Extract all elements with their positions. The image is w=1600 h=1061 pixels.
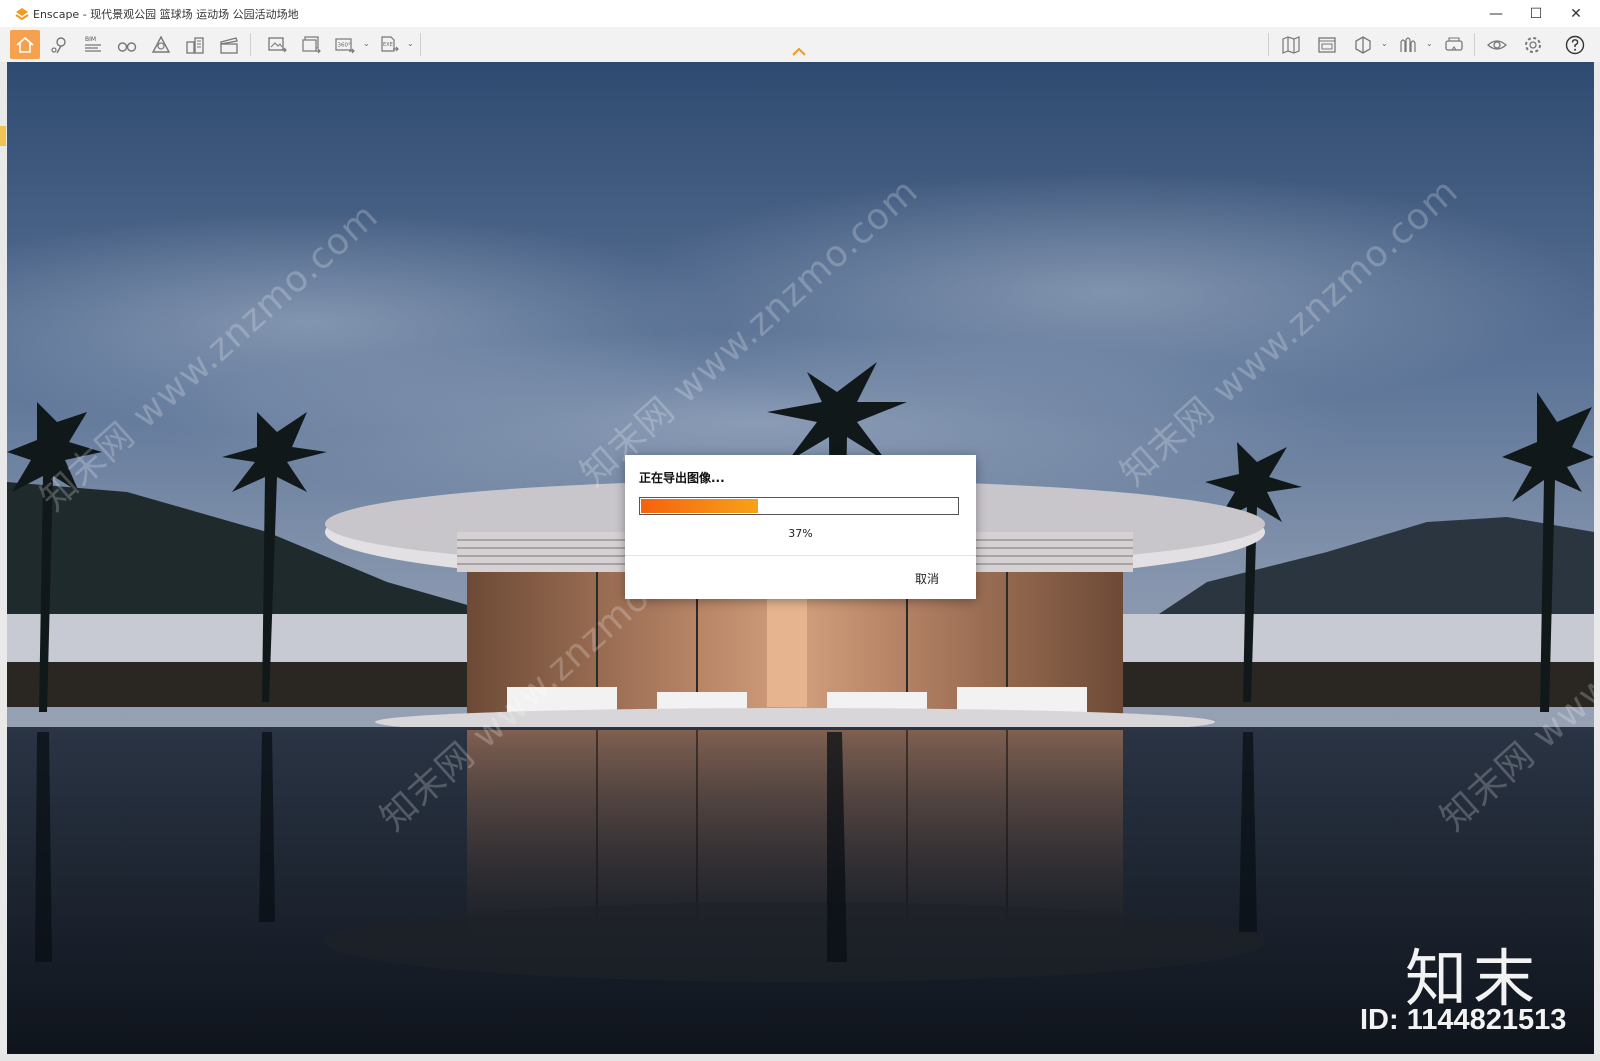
bim-button[interactable]: BIM — [78, 30, 108, 59]
left-panel-item[interactable] — [0, 126, 6, 146]
cancel-button[interactable]: 取消 — [915, 570, 939, 587]
toolbar-separator — [1268, 33, 1269, 56]
screenshot-button[interactable] — [262, 30, 292, 59]
binoculars-icon — [117, 41, 137, 52]
svg-text:360°: 360° — [338, 42, 351, 48]
left-panel-edge — [0, 62, 7, 1061]
close-button[interactable]: ✕ — [1556, 0, 1596, 27]
atmosphere-button[interactable] — [146, 30, 176, 59]
chevron-down-icon[interactable]: ⌄ — [1381, 39, 1388, 48]
svg-text:EXE: EXE — [383, 42, 393, 48]
vr-headset-icon — [1445, 36, 1463, 51]
dialog-divider — [625, 555, 976, 556]
export-progress-bar — [639, 497, 959, 515]
batch-render-icon — [302, 35, 321, 53]
window-view-icon — [1318, 36, 1336, 53]
chevron-down-icon[interactable]: ⌄ — [1426, 39, 1433, 48]
right-panel-edge — [1594, 62, 1600, 1061]
location-button[interactable] — [44, 30, 74, 59]
toolbar-separator — [1474, 33, 1475, 56]
eye-icon — [1487, 39, 1507, 50]
export-exe-icon: EXE — [381, 35, 399, 52]
maximize-button[interactable]: ☐ — [1516, 0, 1556, 27]
panorama-button[interactable]: 360° — [330, 30, 360, 59]
asset-library-icon — [1400, 36, 1416, 52]
vr-headset-button[interactable] — [1439, 30, 1469, 59]
svg-text:BIM: BIM — [85, 36, 96, 43]
panorama-360-icon: 360° — [335, 37, 355, 53]
home-button[interactable] — [10, 30, 40, 59]
chevron-down-icon[interactable]: ⌄ — [407, 39, 414, 48]
visual-settings-button[interactable] — [1482, 30, 1512, 59]
bottom-edge — [0, 1054, 1600, 1061]
chevron-down-icon[interactable]: ⌄ — [363, 39, 370, 48]
main-toolbar: BIM 360° ⌄ EXE ⌄ ⌄ ⌄ — [0, 27, 1600, 63]
progress-fill — [641, 499, 758, 513]
toolbar-separator — [250, 33, 251, 56]
help-icon — [1565, 35, 1585, 54]
progress-percent: 37% — [788, 527, 813, 540]
screenshot-icon — [268, 36, 287, 52]
window-title: Enscape - 现代景观公园 篮球场 运动场 公园活动场地 — [33, 8, 299, 21]
atmosphere-icon — [151, 35, 171, 53]
gear-icon — [1525, 36, 1541, 53]
collapse-toolbar-icon[interactable] — [791, 47, 807, 57]
map-button[interactable] — [1276, 30, 1306, 59]
map-icon — [1282, 35, 1300, 54]
cube-icon — [1355, 35, 1371, 54]
views-button[interactable] — [112, 30, 142, 59]
export-exe-button[interactable]: EXE — [374, 30, 404, 59]
enscape-logo-icon — [15, 8, 29, 21]
brand-id: ID: 1144821513 — [1360, 1004, 1567, 1036]
asset-library-button[interactable] — [1393, 30, 1423, 59]
batch-render-button[interactable] — [296, 30, 326, 59]
buildings-icon — [186, 36, 204, 54]
dialog-title: 正在导出图像... — [639, 471, 725, 485]
minimize-button[interactable]: — — [1476, 0, 1516, 27]
title-bar: Enscape - 现代景观公园 篮球场 运动场 公园活动场地 — ☐ ✕ — [0, 0, 1600, 28]
help-button[interactable] — [1560, 30, 1590, 59]
toolbar-separator — [420, 33, 421, 56]
clapper-icon — [220, 36, 238, 54]
location-pin-icon — [51, 36, 66, 53]
window-view-button[interactable] — [1312, 30, 1342, 59]
site-context-button[interactable] — [180, 30, 210, 59]
export-progress-dialog: 正在导出图像... 37% 取消 — [625, 455, 976, 599]
bim-icon: BIM — [85, 36, 101, 52]
settings-button[interactable] — [1518, 30, 1548, 59]
video-editor-button[interactable] — [214, 30, 244, 59]
home-icon — [16, 36, 34, 53]
objects-button[interactable] — [1348, 30, 1378, 59]
